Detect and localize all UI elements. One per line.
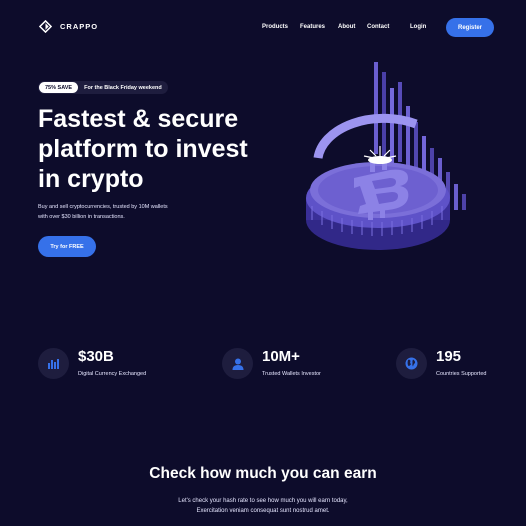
bar-chart-icon [38,348,69,379]
earn-description-line: Let's check your hash rate to see how mu… [178,498,348,504]
try-for-free-button[interactable]: Try for FREE [38,236,96,257]
earn-section-description: Let's check your hash rate to see how mu… [0,496,526,516]
nav-link-features[interactable]: Features [300,24,325,30]
stat-value: 195 [436,348,462,365]
promo-badge: 75% SAVE [39,82,79,93]
register-button[interactable]: Register [446,18,494,37]
crappo-logo-icon [39,20,52,33]
promo-text: For the Black Friday weekend [84,84,162,91]
globe-icon [396,348,427,379]
hero-description: Buy and sell cryptocurrencies, trusted b… [38,202,208,222]
nav-link-about[interactable]: About [338,24,355,30]
hero-title: Fastest & secure platform to invest in c… [38,104,298,194]
stat-label: Digital Currency Exchanged [78,371,147,377]
nav-link-products[interactable]: Products [262,24,288,30]
login-link[interactable]: Login [410,24,426,30]
hero-title-line: in crypto [38,165,144,193]
hero-description-line: Buy and sell cryptocurrencies, trusted b… [38,204,168,210]
stat-trusted-wallets: 10M+ Trusted Wallets Investor [222,346,362,380]
promo-banner: 75% SAVE For the Black Friday weekend [38,81,168,94]
stat-label: Trusted Wallets Investor [262,371,321,377]
earn-description-line: Exercitation veniam consequat sunt nostr… [196,508,330,514]
top-navbar: CRAPPO Products Features About Contact L… [0,0,526,56]
stat-value: $30B [78,348,114,365]
hero-title-line: Fastest & secure [38,105,239,133]
earn-section-title: Check how much you can earn [149,465,377,482]
stat-value: 10M+ [262,348,300,365]
page: CRAPPO Products Features About Contact L… [0,0,526,526]
hero-description-line: with over $30 billion in transactions. [38,214,125,220]
stat-digital-currency: $30B Digital Currency Exchanged [38,346,188,380]
user-icon [222,348,253,379]
bitcoin-coin-illustration [306,62,466,250]
stat-label: Countries Supported [436,371,487,377]
brand-logo[interactable]: CRAPPO [39,20,98,33]
brand-name: CRAPPO [60,22,99,31]
hero-title-line: platform to invest [38,135,248,163]
stat-countries-supported: 195 Countries Supported [396,346,516,380]
nav-link-contact[interactable]: Contact [367,24,389,30]
